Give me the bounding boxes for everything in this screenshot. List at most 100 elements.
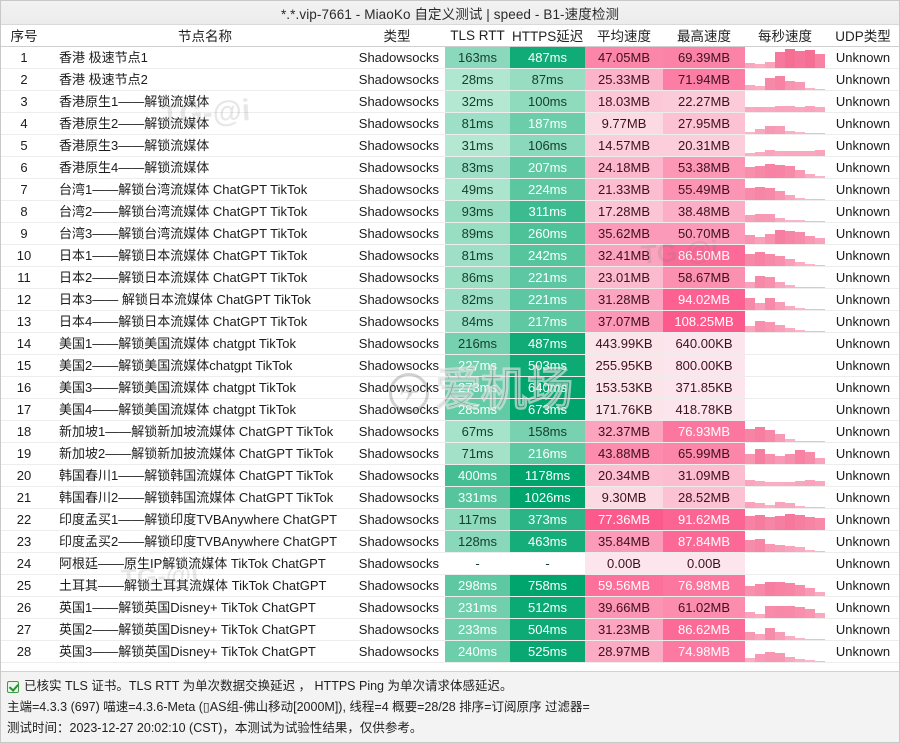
window-title: *.*.vip-7661 - MiaoKo 自定义测试 | speed - B1… bbox=[280, 6, 620, 22]
node-name: 美国3——解锁美国流媒体 chatgpt TikTok bbox=[47, 376, 353, 399]
row-index: 1 bbox=[1, 46, 47, 69]
sparkline-bar bbox=[775, 229, 785, 243]
table-row[interactable]: 7 台湾1——解锁台湾流媒体 ChatGPT TikTok Shadowsocks 4… bbox=[1, 178, 899, 201]
column-header-max-speed[interactable]: 最高速度 bbox=[663, 25, 745, 47]
per-second-sparkline bbox=[745, 508, 825, 531]
column-header-index[interactable]: 序号 bbox=[1, 25, 47, 47]
row-index: 27 bbox=[1, 618, 47, 641]
sparkline-bar bbox=[795, 547, 805, 551]
table-row[interactable]: 28 英国3——解锁英国Disney+ TikTok ChatGPT Shadows… bbox=[1, 640, 899, 663]
udp-type-value: Unknown bbox=[825, 46, 899, 69]
row-index: 11 bbox=[1, 266, 47, 289]
tls-rtt-value: - bbox=[445, 552, 510, 575]
sparkline-bar bbox=[795, 480, 805, 485]
table-row[interactable]: 21 韩国春川2——解锁韩国流媒体 ChatGPT TikTok Shadowsoc… bbox=[1, 486, 899, 509]
node-type: Shadowsocks bbox=[353, 464, 445, 487]
column-header-per-second[interactable]: 每秒速度 bbox=[745, 25, 825, 47]
per-second-sparkline bbox=[745, 112, 825, 135]
node-name: 韩国春川1——解锁韩国流媒体 ChatGPT TikTok bbox=[47, 464, 353, 487]
per-second-sparkline bbox=[745, 200, 825, 223]
sparkline-bar bbox=[785, 502, 795, 507]
table-row[interactable]: 15 美国2——解锁美国流媒体chatgpt TikTok Shadowsocks 2… bbox=[1, 354, 899, 377]
table-row[interactable]: 19 新加坡2——解锁新加披流媒体 ChatGPT TikTok Shadowsoc… bbox=[1, 442, 899, 465]
table-row[interactable]: 2 香港 极速节点2 Shadowsocks 28ms 87ms 25.33MB 71.94… bbox=[1, 68, 899, 91]
table-row[interactable]: 24 阿根廷——原生IP解锁流媒体 TikTok ChatGPT Shadowsoc… bbox=[1, 552, 899, 575]
sparkline-bar bbox=[765, 482, 775, 485]
row-index: 21 bbox=[1, 486, 47, 509]
avg-speed-value: 59.56MB bbox=[585, 574, 663, 597]
table-row[interactable]: 3 香港原生1——解锁流媒体 Shadowsocks 32ms 100ms 18.03MB… bbox=[1, 90, 899, 113]
table-row[interactable]: 20 韩国春川1——解锁韩国流媒体 ChatGPT TikTok Shadowsoc… bbox=[1, 464, 899, 487]
sparkline-chart bbox=[745, 509, 825, 529]
tls-rtt-value: 273ms bbox=[445, 376, 510, 399]
avg-speed-value: 23.01MB bbox=[585, 266, 663, 289]
https-ping-value: 463ms bbox=[510, 530, 585, 553]
sparkline-bar bbox=[765, 429, 775, 441]
udp-type-value: Unknown bbox=[825, 508, 899, 531]
per-second-sparkline bbox=[745, 68, 825, 91]
https-ping-value: 673ms bbox=[510, 398, 585, 421]
sparkline-bar bbox=[775, 151, 785, 155]
table-row[interactable]: 8 台湾2——解锁台湾流媒体 ChatGPT TikTok Shadowsocks 9… bbox=[1, 200, 899, 223]
table-row[interactable]: 27 英国2——解锁英国Disney+ TikTok ChatGPT Shadows… bbox=[1, 618, 899, 641]
https-ping-value: 187ms bbox=[510, 112, 585, 135]
table-row[interactable]: 10 日本1——解锁日本流媒体 ChatGPT TikTok Shadowsocks… bbox=[1, 244, 899, 267]
sparkline-chart bbox=[745, 553, 825, 574]
sparkline-bar bbox=[785, 453, 795, 463]
sparkline-bar bbox=[785, 514, 795, 529]
table-row[interactable]: 9 台湾3——解锁台湾流媒体 ChatGPT TikTok Shadowsocks 8… bbox=[1, 222, 899, 245]
https-ping-value: 487ms bbox=[510, 332, 585, 355]
footer-line-verified: 已核实 TLS 证书。TLS RTT 为单次数据交换延迟 ， HTTPS Pin… bbox=[7, 676, 893, 697]
sparkline-chart bbox=[745, 223, 825, 243]
table-row[interactable]: 23 印度孟买2——解锁印度TVBAnywhere ChatGPT Shadowso… bbox=[1, 530, 899, 553]
max-speed-value: 91.62MB bbox=[663, 508, 745, 531]
sparkline-bar bbox=[815, 149, 825, 155]
https-ping-value: 221ms bbox=[510, 288, 585, 311]
row-index: 16 bbox=[1, 376, 47, 399]
max-speed-value: 800.00KB bbox=[663, 354, 745, 377]
column-header-udp-type[interactable]: UDP类型 bbox=[825, 25, 899, 47]
table-row[interactable]: 17 美国4——解锁美国流媒体 chatgpt TikTok Shadowsocks… bbox=[1, 398, 899, 421]
table-row[interactable]: 6 香港原生4——解锁流媒体 Shadowsocks 83ms 207ms 24.18MB… bbox=[1, 156, 899, 179]
sparkline-bar bbox=[775, 281, 785, 287]
sparkline-chart bbox=[745, 135, 825, 155]
sparkline-bar bbox=[755, 515, 765, 529]
column-header-name[interactable]: 节点名称 bbox=[47, 25, 353, 47]
table-row[interactable]: 5 香港原生3——解锁流媒体 Shadowsocks 31ms 106ms 14.57MB… bbox=[1, 134, 899, 157]
sparkline-bar bbox=[755, 151, 765, 155]
column-header-avg-speed[interactable]: 平均速度 bbox=[585, 25, 663, 47]
table-row[interactable]: 26 英国1——解锁英国Disney+ TikTok ChatGPT Shadows… bbox=[1, 596, 899, 619]
udp-type-value: Unknown bbox=[825, 288, 899, 311]
sparkline-bar bbox=[795, 262, 805, 265]
footer-line-config: 主端=4.3.3 (697) 喵速=4.3.6-Meta (▯AS组-佛山移动[… bbox=[7, 700, 590, 714]
row-index: 10 bbox=[1, 244, 47, 267]
sparkline-bar bbox=[805, 587, 815, 595]
node-type: Shadowsocks bbox=[353, 332, 445, 355]
column-header-https-ping[interactable]: HTTPS延迟 bbox=[510, 25, 585, 47]
column-header-type[interactable]: 类型 bbox=[353, 25, 445, 47]
sparkline-bar bbox=[785, 327, 795, 331]
table-row[interactable]: 16 美国3——解锁美国流媒体 chatgpt TikTok Shadowsocks… bbox=[1, 376, 899, 399]
table-row[interactable]: 14 美国1——解锁美国流媒体 chatgpt TikTok Shadowsocks… bbox=[1, 332, 899, 355]
sparkline-bar bbox=[765, 234, 775, 243]
https-ping-value: 758ms bbox=[510, 574, 585, 597]
max-speed-value: 55.49MB bbox=[663, 178, 745, 201]
tls-rtt-value: 81ms bbox=[445, 112, 510, 135]
table-row[interactable]: 1 香港 极速节点1 Shadowsocks 163ms 487ms 47.05MB 69.… bbox=[1, 46, 899, 69]
sparkline-bar bbox=[815, 660, 825, 661]
sparkline-bar bbox=[785, 305, 795, 309]
sparkline-bar bbox=[755, 237, 765, 243]
column-header-tls-rtt[interactable]: TLS RTT bbox=[445, 25, 510, 47]
table-row[interactable]: 18 新加坡1——解锁新加坡流媒体 ChatGPT TikTok Shadowsoc… bbox=[1, 420, 899, 443]
sparkline-chart bbox=[745, 311, 825, 331]
table-row[interactable]: 13 日本4——解锁日本流媒体 ChatGPT TikTok Shadowsocks… bbox=[1, 310, 899, 333]
sparkline-bar bbox=[775, 544, 785, 551]
table-row[interactable]: 11 日本2——解锁日本流媒体 ChatGPT TikTok Shadowsocks… bbox=[1, 266, 899, 289]
node-name: 印度孟买1——解锁印度TVBAnywhere ChatGPT bbox=[47, 508, 353, 531]
table-row[interactable]: 22 印度孟买1——解锁印度TVBAnywhere ChatGPT Shadowso… bbox=[1, 508, 899, 531]
udp-type-value: Unknown bbox=[825, 222, 899, 245]
table-row[interactable]: 12 日本3—— 解锁日本流媒体 ChatGPT TikTok Shadowsock… bbox=[1, 288, 899, 311]
table-row[interactable]: 25 土耳其——解锁土耳其流媒体 TikTok ChatGPT Shadowsock… bbox=[1, 574, 899, 597]
table-row[interactable]: 4 香港原生2——解锁流媒体 Shadowsocks 81ms 187ms 9.77MB 2… bbox=[1, 112, 899, 135]
sparkline-bar bbox=[755, 275, 765, 287]
